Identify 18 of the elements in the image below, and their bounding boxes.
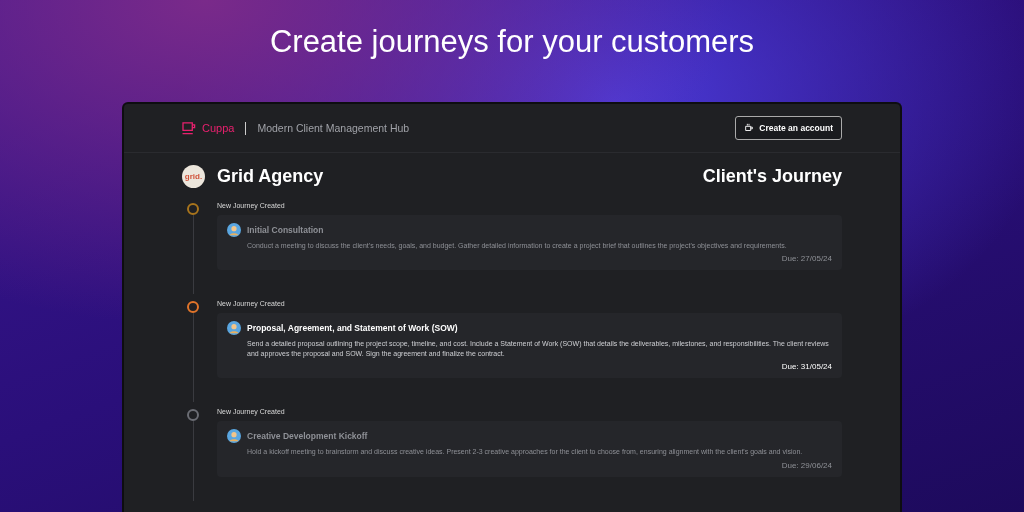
tagline: Modern Client Management Hub xyxy=(257,122,410,134)
step-title: Creative Development Kickoff xyxy=(247,431,368,442)
due-date: Due: 29/06/24 xyxy=(780,460,832,470)
due-date: Due: 27/05/24 xyxy=(780,254,832,264)
client-name: Grid Agency xyxy=(217,166,324,187)
avatar-icon xyxy=(227,223,241,237)
page-title: Client's Journey xyxy=(702,166,842,187)
step-title: Initial Consultation xyxy=(247,225,324,235)
cup-logo-icon xyxy=(182,121,197,135)
client-logo: grid. xyxy=(182,165,205,188)
brand-name: Cuppa xyxy=(202,122,235,134)
headline: Create journeys for your customers xyxy=(269,24,755,60)
avatar-icon xyxy=(227,321,241,336)
cup-icon xyxy=(744,123,755,133)
step-title: Proposal, Agreement, and Statement of Work (SOW) xyxy=(247,323,458,334)
due-date: Due: 31/05/24 xyxy=(780,362,832,372)
avatar-icon xyxy=(227,429,241,444)
create-account-button[interactable]: Create an account xyxy=(735,116,842,140)
